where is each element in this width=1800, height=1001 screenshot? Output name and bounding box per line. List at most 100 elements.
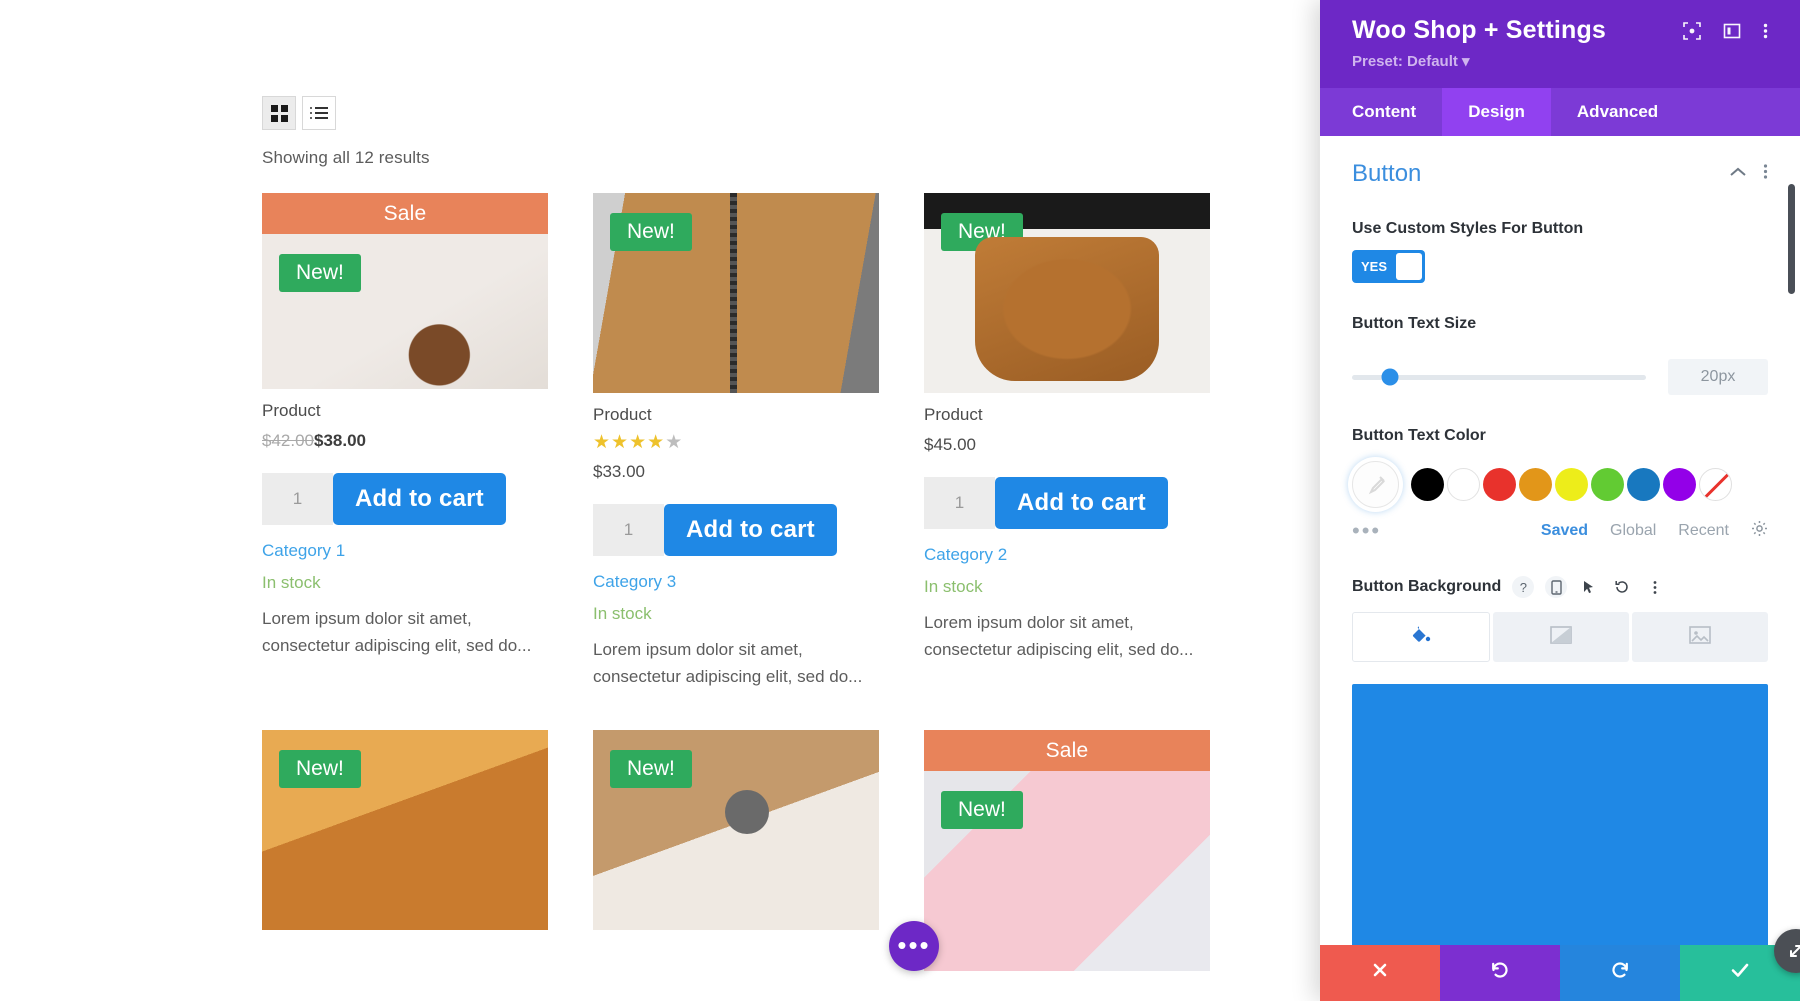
kebab-menu-icon[interactable] [1644,576,1666,598]
swatch-red[interactable] [1483,468,1516,501]
text-size-value[interactable]: 20px [1668,359,1768,395]
product-card[interactable]: New! [593,730,879,971]
product-price: $45.00 [924,435,1210,455]
product-category-link[interactable]: Category 2 [924,545,1210,565]
chevron-down-icon: ▾ [1462,53,1470,70]
undo-button[interactable] [1440,945,1560,1001]
product-image[interactable]: New! [593,730,879,931]
cancel-button[interactable] [1320,945,1440,1001]
swatch-yellow[interactable] [1555,468,1588,501]
product-image[interactable]: New! [924,193,1210,393]
background-tab-image[interactable] [1632,612,1768,662]
add-to-cart-button[interactable]: Add to cart [664,504,837,556]
help-icon[interactable]: ? [1512,576,1535,598]
redo-button[interactable] [1560,945,1680,1001]
product-image[interactable]: New! [924,771,1210,972]
product-card[interactable]: New! Product $45.00 Add to cart Category… [924,193,1210,690]
toggle-value: YES [1361,259,1388,274]
undo-icon [1489,959,1511,987]
new-badge: New! [941,791,1023,830]
swatch-purple[interactable] [1663,468,1696,501]
grid-icon [270,104,288,122]
text-color-swatches [1352,461,1768,508]
product-description: Lorem ipsum dolor sit amet, consectetur … [924,613,1194,660]
panel-title: Woo Shop + Settings [1352,16,1607,44]
quantity-input[interactable] [593,504,664,556]
gear-icon[interactable] [1751,520,1768,542]
product-card[interactable]: Sale New! [924,730,1210,972]
swatch-blue[interactable] [1627,468,1660,501]
sale-banner: Sale [924,730,1210,772]
background-tab-color[interactable] [1352,612,1490,662]
swatch-black[interactable] [1411,468,1444,501]
storefront-preview: Showing all 12 results Sale New! Product… [0,0,1230,1001]
view-toggle [262,96,1222,130]
product-image[interactable]: New! [593,193,879,393]
color-tab-global[interactable]: Global [1610,522,1656,540]
panel-body: Button Use Custom Styles For Button YES [1320,136,1800,945]
custom-styles-toggle[interactable]: YES [1352,250,1425,283]
product-card[interactable]: New! [262,730,548,971]
product-title: Product [924,405,983,424]
close-icon [1370,960,1390,986]
results-count: Showing all 12 results [262,148,430,167]
product-title: Product [593,405,652,424]
tab-advanced[interactable]: Advanced [1551,88,1684,136]
preset-label: Preset: Default [1352,53,1458,70]
section-header-button: Button [1352,160,1768,188]
list-view-button[interactable] [302,96,336,130]
preset-selector[interactable]: Preset: Default ▾ [1352,52,1606,88]
swatch-none[interactable] [1699,468,1732,501]
stock-status: In stock [924,577,983,596]
product-grid: Sale New! Product $42.00$38.00 Add to ca… [262,193,1222,972]
layout-icon[interactable] [1723,22,1741,40]
new-badge: New! [941,213,1023,252]
new-badge: New! [610,213,692,252]
product-image[interactable]: New! [262,730,548,931]
swatch-orange[interactable] [1519,468,1552,501]
new-badge: New! [279,750,361,789]
kebab-menu-icon[interactable] [1763,163,1768,185]
color-options-row: ••• Saved Global Recent [1352,520,1768,542]
kebab-menu-icon[interactable] [1763,22,1768,40]
price-old: $42.00 [262,431,314,450]
product-category-link[interactable]: Category 1 [262,541,548,561]
tab-design[interactable]: Design [1442,88,1551,136]
more-colors-button[interactable]: ••• [1352,520,1472,542]
button-background-row: Button Background ? [1352,576,1768,598]
hover-icon[interactable] [1578,576,1600,598]
add-to-cart-button[interactable]: Add to cart [333,473,506,525]
redo-icon [1609,959,1631,987]
responsive-icon[interactable] [1545,576,1568,598]
background-tab-gradient[interactable] [1493,612,1629,662]
quantity-input[interactable] [262,473,333,525]
cart-row: Add to cart [262,473,548,525]
new-badge: New! [279,254,361,293]
chevron-up-icon[interactable] [1729,165,1747,183]
text-size-slider[interactable] [1352,368,1646,386]
tab-content[interactable]: Content [1320,88,1442,136]
rating-stars: ★★★★★ [593,432,684,453]
reset-icon[interactable] [1611,576,1633,598]
panel-scrollbar[interactable] [1788,184,1795,294]
eyedropper-icon[interactable] [1352,461,1399,508]
image-icon [1688,625,1712,650]
product-category-link[interactable]: Category 3 [593,572,879,592]
slider-knob[interactable] [1381,368,1399,386]
background-color-preview[interactable] [1352,684,1768,945]
color-tab-saved[interactable]: Saved [1541,522,1588,540]
floating-more-options-button[interactable]: ••• [889,921,939,971]
product-card[interactable]: Sale New! Product $42.00$38.00 Add to ca… [262,193,548,690]
product-description: Lorem ipsum dolor sit amet, consectetur … [262,609,532,656]
focus-icon[interactable] [1683,22,1701,40]
check-icon [1729,959,1751,987]
swatch-white[interactable] [1447,468,1480,501]
swatch-green[interactable] [1591,468,1624,501]
product-image[interactable]: New! [262,234,548,389]
add-to-cart-button[interactable]: Add to cart [995,477,1168,529]
grid-view-button[interactable] [262,96,296,130]
product-card[interactable]: New! Product ★★★★★ $33.00 Add to cart Ca… [593,193,879,690]
price-new: $38.00 [314,431,366,450]
color-tab-recent[interactable]: Recent [1678,522,1729,540]
quantity-input[interactable] [924,477,995,529]
